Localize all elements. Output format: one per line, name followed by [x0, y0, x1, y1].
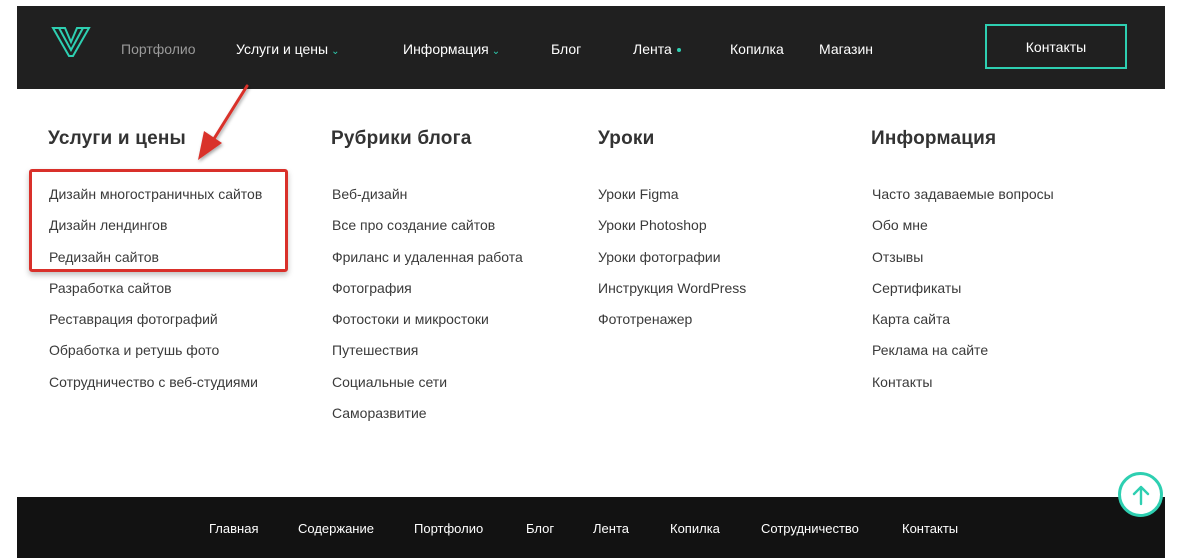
nav-feed[interactable]: Лента — [633, 41, 681, 57]
menu-link-advertising[interactable]: Реклама на сайте — [872, 341, 1054, 372]
nav-information[interactable]: Информация ⌄ — [403, 41, 500, 57]
footer-link-piggybank[interactable]: Копилка — [670, 521, 720, 536]
top-navigation-bar: Портфолио Услуги и цены ⌄ Информация ⌄ Бло… — [17, 6, 1165, 89]
menu-link-web-design[interactable]: Веб-дизайн — [332, 185, 523, 216]
menu-link-certificates[interactable]: Сертификаты — [872, 279, 1054, 310]
menu-link-travel[interactable]: Путешествия — [332, 341, 523, 372]
column-title-blog-rubrics: Рубрики блога — [331, 128, 472, 149]
footer-link-contents[interactable]: Содержание — [298, 521, 374, 536]
menu-link-freelance[interactable]: Фриланс и удаленная работа — [332, 248, 523, 279]
menu-link-contacts[interactable]: Контакты — [872, 373, 1054, 404]
footer-bar — [17, 497, 1165, 558]
menu-link-photography[interactable]: Фотография — [332, 279, 523, 310]
menu-link-wordpress-guide[interactable]: Инструкция WordPress — [598, 279, 746, 310]
footer-link-feed[interactable]: Лента — [593, 521, 629, 536]
column-title-lessons: Уроки — [598, 128, 655, 149]
menu-link-self-development[interactable]: Саморазвитие — [332, 404, 523, 435]
menu-link-photo-trainer[interactable]: Фототренажер — [598, 310, 746, 341]
chevron-down-icon: ⌄ — [331, 46, 340, 57]
menu-link-social[interactable]: Социальные сети — [332, 373, 523, 404]
menu-link-sitemap[interactable]: Карта сайта — [872, 310, 1054, 341]
nav-services-prices[interactable]: Услуги и цены ⌄ — [236, 41, 339, 57]
scroll-to-top-button[interactable] — [1118, 472, 1163, 517]
arrow-up-icon — [1132, 485, 1149, 505]
highlight-frame — [29, 169, 288, 272]
menu-link-studio-cooperation[interactable]: Сотрудничество с веб-студиями — [49, 373, 262, 404]
logo-icon[interactable] — [51, 26, 91, 58]
menu-link-photo-restoration[interactable]: Реставрация фотографий — [49, 310, 262, 341]
blog-rubrics-list: Веб-дизайн Все про создание сайтов Фрила… — [332, 185, 523, 435]
menu-link-reviews[interactable]: Отзывы — [872, 248, 1054, 279]
nav-portfolio[interactable]: Портфолио — [121, 41, 196, 57]
menu-link-figma-lessons[interactable]: Уроки Figma — [598, 185, 746, 216]
column-title-services: Услуги и цены — [48, 128, 186, 149]
nav-blog[interactable]: Блог — [551, 41, 581, 57]
menu-link-photoshop-lessons[interactable]: Уроки Photoshop — [598, 216, 746, 247]
information-list: Часто задаваемые вопросы Обо мне Отзывы … — [872, 185, 1054, 404]
footer-link-contacts[interactable]: Контакты — [902, 521, 958, 536]
menu-link-development[interactable]: Разработка сайтов — [49, 279, 262, 310]
lessons-list: Уроки Figma Уроки Photoshop Уроки фотогр… — [598, 185, 746, 341]
chevron-down-icon: ⌄ — [491, 46, 501, 57]
footer-link-cooperation[interactable]: Сотрудничество — [761, 521, 859, 536]
menu-link-photo-lessons[interactable]: Уроки фотографии — [598, 248, 746, 279]
footer-link-portfolio[interactable]: Портфолио — [414, 521, 483, 536]
menu-link-faq[interactable]: Часто задаваемые вопросы — [872, 185, 1054, 216]
new-indicator-dot — [676, 48, 681, 53]
nav-shop[interactable]: Магазин — [819, 41, 873, 57]
menu-link-photostocks[interactable]: Фотостоки и микростоки — [332, 310, 523, 341]
menu-link-site-creation[interactable]: Все про создание сайтов — [332, 216, 523, 247]
footer-link-home[interactable]: Главная — [209, 521, 258, 536]
footer-link-blog[interactable]: Блог — [526, 521, 554, 536]
menu-link-photo-retouch[interactable]: Обработка и ретушь фото — [49, 341, 262, 372]
column-title-information: Информация — [871, 128, 997, 149]
menu-link-about[interactable]: Обо мне — [872, 216, 1054, 247]
contacts-button[interactable]: Контакты — [985, 24, 1127, 69]
nav-piggybank[interactable]: Копилка — [730, 41, 784, 57]
